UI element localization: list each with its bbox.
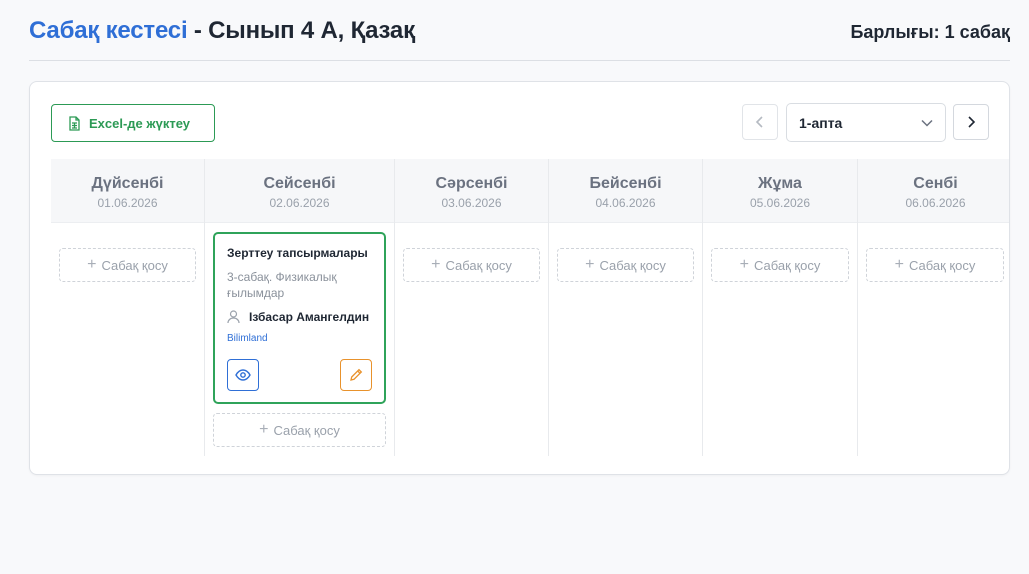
pencil-icon xyxy=(350,368,363,381)
day-header: Сенбі 06.06.2026 xyxy=(858,159,1009,223)
excel-download-label: Excel-де жүктеу xyxy=(89,115,191,131)
day-header: Дүйсенбі 01.06.2026 xyxy=(51,159,204,223)
add-lesson-label: Сабақ қосу xyxy=(101,257,168,273)
edit-lesson-button[interactable] xyxy=(340,359,372,391)
lesson-title: Зерттеу тапсырмалары xyxy=(227,246,368,260)
day-date: 04.06.2026 xyxy=(595,196,656,210)
chevron-down-icon xyxy=(921,119,933,127)
lesson-teacher: Ізбасар Амангелдин xyxy=(227,310,372,324)
prev-week-button[interactable] xyxy=(742,104,778,140)
day-column-wednesday: Сәрсенбі 03.06.2026 + Сабақ қосу xyxy=(395,159,549,456)
day-column-friday: Жұма 05.06.2026 + Сабақ қосу xyxy=(703,159,858,456)
day-name: Жұма xyxy=(758,175,802,192)
day-header: Жұма 05.06.2026 xyxy=(703,159,857,223)
add-lesson-button[interactable]: + Сабақ қосу xyxy=(59,248,196,282)
day-header: Сәрсенбі 03.06.2026 xyxy=(395,159,548,223)
add-lesson-label: Сабақ қосу xyxy=(753,257,821,273)
plus-icon: + xyxy=(87,256,97,273)
page-title: Сабақ кестесі - Сынып 4 А, Қазақ xyxy=(29,17,415,45)
lesson-subtitle: 3-сабақ. Физикалық ғылымдар xyxy=(227,270,337,300)
day-name: Бейсенбі xyxy=(589,175,662,192)
excel-download-button[interactable]: Excel-де жүктеу xyxy=(51,104,215,142)
plus-icon: + xyxy=(894,256,904,273)
day-name: Сенбі xyxy=(913,175,958,192)
lesson-card[interactable]: Зерттеу тапсырмалары 3-сабақ. Физикалық … xyxy=(213,232,386,404)
add-lesson-button[interactable]: + Сабақ қосу xyxy=(403,248,540,282)
day-name: Дүйсенбі xyxy=(91,175,164,192)
day-column-saturday: Сенбі 06.06.2026 + Сабақ қосу xyxy=(858,159,1009,456)
page-header: Сабақ кестесі - Сынып 4 А, Қазақ Барлығы… xyxy=(29,14,1010,61)
plus-icon: + xyxy=(585,256,595,273)
view-lesson-button[interactable] xyxy=(227,359,259,391)
day-date: 02.06.2026 xyxy=(269,196,330,210)
page-title-class: - Сынып 4 А, Қазақ xyxy=(187,17,415,44)
add-lesson-button[interactable]: + Сабақ қосу xyxy=(866,248,1004,282)
add-lesson-label: Сабақ қосу xyxy=(273,422,340,438)
week-select[interactable]: 1-апта xyxy=(786,103,946,142)
day-column-tuesday: Сейсенбі 02.06.2026 Зерттеу тапсырмалары… xyxy=(205,159,395,456)
add-lesson-button[interactable]: + Сабақ қосу xyxy=(711,248,849,282)
day-name: Сәрсенбі xyxy=(435,175,508,192)
user-icon xyxy=(227,310,240,324)
page-title-accent: Сабақ кестесі xyxy=(29,17,188,44)
plus-icon: + xyxy=(739,256,749,273)
add-lesson-label: Сабақ қосу xyxy=(908,257,976,273)
add-lesson-label: Сабақ қосу xyxy=(445,257,512,273)
lesson-provider: Bilimland xyxy=(227,333,268,344)
day-column-monday: Дүйсенбі 01.06.2026 + Сабақ қосу xyxy=(51,159,205,456)
day-name: Сейсенбі xyxy=(263,175,336,192)
chevron-left-icon xyxy=(755,116,763,128)
plus-icon: + xyxy=(259,421,269,438)
schedule-card: Excel-де жүктеу 1-апта Дүйсенбі 01.06.20… xyxy=(29,81,1010,475)
add-lesson-button[interactable]: + Сабақ қосу xyxy=(213,413,386,447)
day-date: 03.06.2026 xyxy=(441,196,502,210)
next-week-button[interactable] xyxy=(953,104,989,140)
add-lesson-label: Сабақ қосу xyxy=(599,257,666,273)
teacher-name: Ізбасар Амангелдин xyxy=(249,310,370,324)
add-lesson-button[interactable]: + Сабақ қосу xyxy=(557,248,694,282)
plus-icon: + xyxy=(431,256,441,273)
day-header: Сейсенбі 02.06.2026 xyxy=(205,159,394,223)
day-header: Бейсенбі 04.06.2026 xyxy=(549,159,702,223)
day-date: 05.06.2026 xyxy=(749,196,811,210)
week-select-value: 1-апта xyxy=(799,114,843,131)
spreadsheet-icon xyxy=(69,115,80,131)
day-date: 06.06.2026 xyxy=(905,196,966,210)
day-column-thursday: Бейсенбі 04.06.2026 + Сабақ қосу xyxy=(549,159,703,456)
chevron-right-icon xyxy=(968,116,976,128)
day-date: 01.06.2026 xyxy=(97,196,158,210)
total-lessons: Барлығы: 1 сабақ xyxy=(850,22,1010,42)
eye-icon xyxy=(235,369,251,381)
schedule-grid: Дүйсенбі 01.06.2026 + Сабақ қосу Сейсенб… xyxy=(51,159,1009,456)
